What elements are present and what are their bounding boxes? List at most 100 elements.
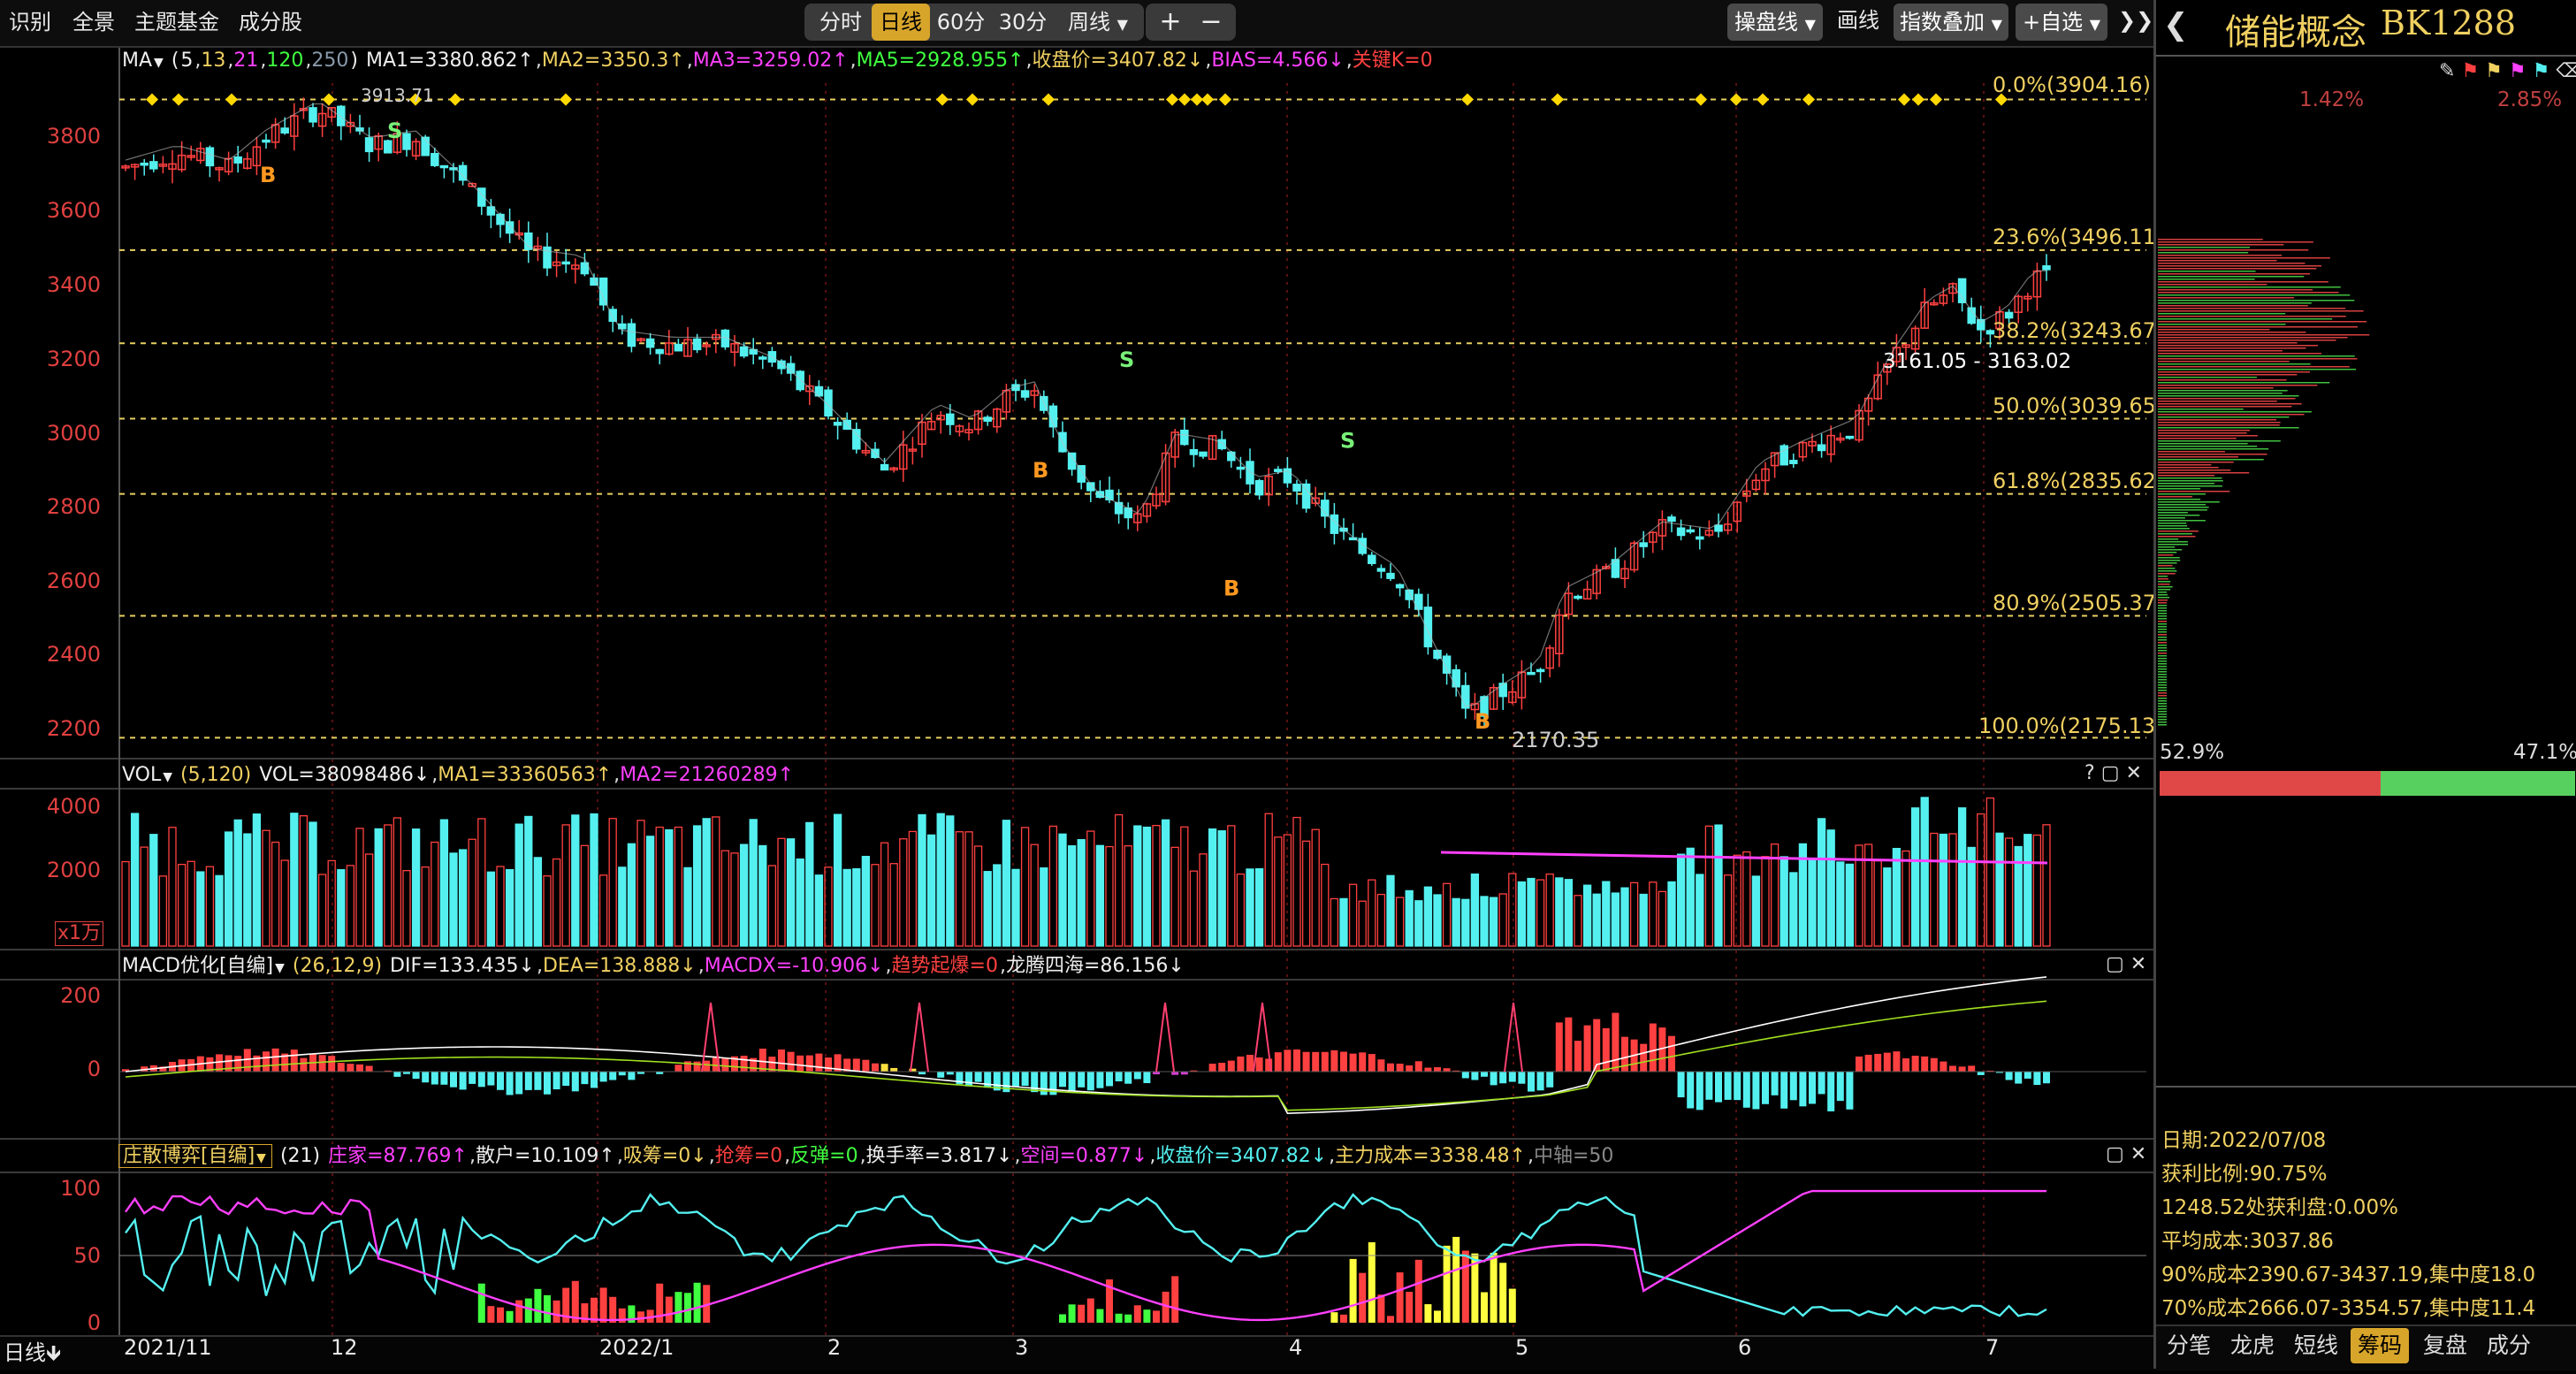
macd-bar [1406, 1065, 1413, 1072]
candle-body [1181, 431, 1188, 445]
volume-bar [1996, 833, 2003, 946]
macd-bar [881, 1064, 888, 1072]
recognize-button[interactable]: 识别 [9, 5, 51, 39]
macd-dragon: 龙腾四海=86.156↓ [1006, 955, 1185, 977]
panorama-button[interactable]: 全景 [72, 5, 115, 39]
chip-bar [2158, 674, 2167, 676]
pencil-icon[interactable]: ✎ [2439, 60, 2455, 82]
tab-60min[interactable]: 60分 [932, 4, 990, 41]
volume-bar [1471, 874, 1478, 946]
chip-bar [2158, 393, 2283, 394]
ma-param-120: 120 [266, 50, 303, 72]
vol-ma1: MA1=33360563↑ [438, 764, 612, 786]
game-bar [497, 1308, 504, 1323]
flag-pink-icon[interactable]: ⚑ [2509, 60, 2526, 82]
flag-red-icon[interactable]: ⚑ [2461, 60, 2479, 82]
close-icon[interactable]: ✕ [2130, 1143, 2146, 1165]
eraser-icon[interactable]: ⌫ [2556, 60, 2576, 82]
volume-bar [1762, 857, 1769, 946]
vol-panel-buttons: ? ▢ ✕ [2084, 762, 2142, 784]
help-icon[interactable]: ? [2084, 762, 2095, 784]
volume-bar [721, 851, 728, 946]
collapse-panel-icon[interactable]: ❯❯ [2118, 4, 2153, 37]
trade-line-dropdown[interactable]: 操盘线 ▼ [1727, 4, 1823, 41]
chip-bar [2158, 671, 2167, 673]
tab-ticks[interactable]: 分笔 [2160, 1328, 2218, 1363]
volume-bar [393, 818, 400, 946]
diamond-marker [1898, 93, 1910, 105]
volume-bar [1406, 890, 1413, 946]
draw-line-button[interactable]: 画线 [1837, 4, 1879, 37]
maximize-icon[interactable]: ▢ [2106, 1143, 2124, 1165]
chip-bar [2158, 549, 2182, 551]
theme-fund-button[interactable]: 主题基金 [134, 5, 219, 39]
macd-bar [1772, 1072, 1779, 1095]
candle-body [1818, 445, 1825, 450]
flag-yellow-icon[interactable]: ⚑ [2485, 60, 2503, 82]
game-indicator-name[interactable]: 庄散博弈[自编]▼ [118, 1144, 272, 1168]
tab-intraday[interactable]: 分时 [812, 4, 870, 41]
chip-bar [2158, 292, 2339, 294]
tab-daily[interactable]: 日线 [872, 4, 930, 41]
macd-bar [1565, 1018, 1572, 1072]
close-icon[interactable]: ✕ [2125, 762, 2141, 784]
add-self-dropdown[interactable]: +自选 ▼ [2016, 4, 2107, 41]
ma-indicator-name[interactable]: MA [122, 50, 152, 72]
flag-cyan-icon[interactable]: ⚑ [2533, 60, 2550, 82]
ma5-value: MA5=2928.955↑ [857, 50, 1025, 72]
components-button[interactable]: 成分股 [239, 5, 302, 39]
macd-bar [1256, 1057, 1263, 1072]
macd-params: (26,12,9) [293, 955, 382, 977]
macd-indicator-name[interactable]: MACD优化[自编] [122, 955, 273, 977]
maximize-icon[interactable]: ▢ [2106, 953, 2124, 975]
volume-bar [666, 830, 673, 946]
diamond-marker [1166, 93, 1178, 105]
chip-bar [2158, 268, 2316, 270]
chip-bar [2158, 655, 2167, 657]
chart-canvas[interactable]: BSBSBSB [0, 48, 2153, 1369]
tab-components[interactable]: 成分 [2480, 1328, 2538, 1363]
index-overlay-dropdown[interactable]: 指数叠加 ▼ [1894, 4, 2008, 41]
volume-bar [1621, 888, 1628, 946]
volume-bar [1752, 876, 1759, 946]
macd-bar [2015, 1072, 2022, 1084]
game-bar [1377, 1294, 1384, 1323]
tab-30min[interactable]: 30分 [994, 4, 1052, 41]
chip-bar [2158, 313, 2285, 315]
tab-short-term[interactable]: 短线 [2287, 1328, 2345, 1363]
maximize-icon[interactable]: ▢ [2101, 762, 2120, 784]
chevron-down-icon[interactable]: ▼ [275, 961, 285, 975]
back-icon[interactable]: ❮ [2163, 7, 2189, 42]
diamond-marker [1802, 93, 1815, 105]
candle-body [234, 157, 241, 164]
period-label[interactable]: 日线🡻 [4, 1335, 61, 1374]
tab-weekly[interactable]: 周线 ▼ [1057, 4, 1139, 41]
game-bar [1059, 1314, 1066, 1323]
chip-bar [2158, 639, 2167, 641]
vol-indicator-name[interactable]: VOL [122, 764, 161, 786]
macd-bar [674, 1065, 682, 1072]
chip-bar [2158, 504, 2206, 506]
volume-bar [2043, 825, 2050, 946]
volume-bar [1790, 873, 1797, 946]
volume-bar [1228, 826, 1235, 946]
candle-body [1228, 452, 1235, 460]
candle-body [1537, 669, 1544, 671]
volume-bar [1509, 874, 1516, 946]
tab-chips[interactable]: 筹码 [2351, 1328, 2409, 1363]
volume-bar [1377, 895, 1384, 946]
chip-bar [2158, 443, 2248, 445]
chip-bar [2158, 469, 2230, 471]
volume-bar [572, 815, 579, 946]
close-icon[interactable]: ✕ [2130, 953, 2146, 975]
chevron-down-icon[interactable]: ▼ [163, 770, 172, 784]
volume-bar [1949, 834, 1956, 946]
chevron-down-icon[interactable]: ▼ [154, 56, 164, 70]
tab-review[interactable]: 复盘 [2416, 1328, 2474, 1363]
chip-bar [2158, 708, 2167, 710]
ma3-value: MA3=3259.02↑ [693, 50, 849, 72]
zoom-in-button[interactable]: + [1151, 4, 1190, 41]
zoom-out-button[interactable]: − [1192, 4, 1231, 41]
macd-bar [1874, 1054, 1881, 1072]
tab-dragon-tiger[interactable]: 龙虎 [2223, 1328, 2282, 1363]
